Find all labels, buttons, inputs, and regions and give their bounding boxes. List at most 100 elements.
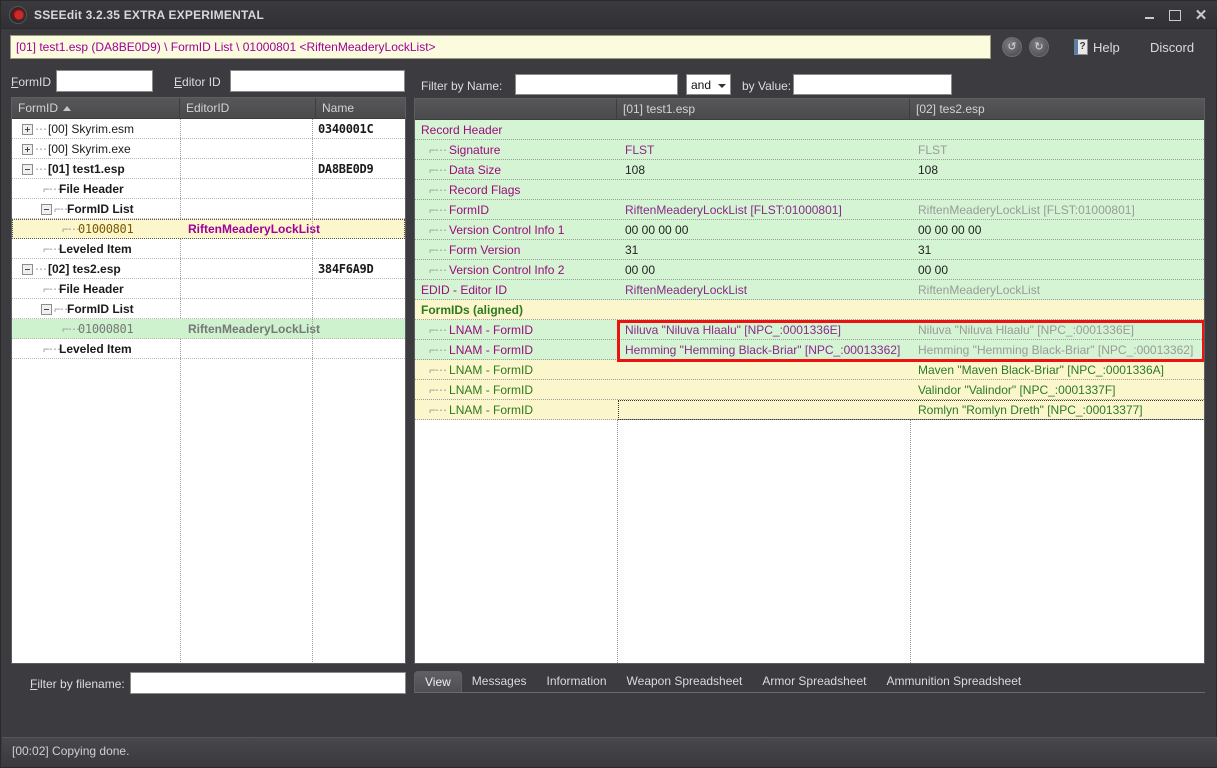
grid-cell-plugin-2[interactable]: 00 00: [910, 260, 1204, 280]
grid-cell-plugin-2[interactable]: [910, 180, 1204, 200]
editorid-filter-label: Editor ID: [174, 75, 221, 89]
grid-cell-plugin-1[interactable]: 00 00 00 00: [617, 220, 910, 240]
grid-cell-plugin-2[interactable]: Hemming "Hemming Black-Briar" [NPC_:0001…: [910, 340, 1204, 360]
tree-row[interactable]: ⌐⋯ 01000801 RiftenMeaderyLockList: [12, 219, 405, 239]
grid-row[interactable]: ⌐⋯ Form Version 31 31: [415, 240, 1204, 260]
grid-cell-plugin-2[interactable]: [910, 120, 1204, 140]
grid-row[interactable]: ⌐⋯ Version Control Info 1 00 00 00 00 00 00…: [415, 220, 1204, 240]
value-filter-input[interactable]: [793, 74, 952, 95]
grid-header-field[interactable]: [415, 99, 617, 120]
grid-cell-plugin-1[interactable]: RiftenMeaderyLockList [FLST:01000801]: [617, 200, 910, 220]
tree-row[interactable]: ⌐⋯ Leveled Item: [12, 239, 405, 259]
grid-row[interactable]: FormIDs (aligned): [415, 300, 1204, 320]
grid-tree-connector: ⌐⋯: [429, 343, 447, 357]
tree-row[interactable]: ⌐⋯ File Header: [12, 179, 405, 199]
grid-tree-connector: ⌐⋯: [429, 203, 447, 217]
grid-cell-plugin-2[interactable]: Maven "Maven Black-Briar" [NPC_:0001336A…: [910, 360, 1204, 380]
grid-field-label: LNAM - FormID: [449, 403, 534, 417]
formid-filter-input[interactable]: [56, 70, 153, 92]
grid-row[interactable]: ⌐⋯ Version Control Info 2 00 00 00 00: [415, 260, 1204, 280]
tree-row[interactable]: ⋯ [02] tes2.esp 384F6A9D: [12, 259, 405, 279]
grid-tree-connector: ⌐⋯: [429, 363, 447, 377]
tab-messages[interactable]: Messages: [462, 671, 537, 693]
tab-information[interactable]: Information: [537, 671, 617, 693]
grid-cell-plugin-2[interactable]: Romlyn "Romlyn Dreth" [NPC_:00013377]: [910, 400, 1204, 420]
grid-row[interactable]: ⌐⋯ Data Size 108 108: [415, 160, 1204, 180]
tree-row[interactable]: ⌐⋯ Leveled Item: [12, 339, 405, 359]
breadcrumb-path[interactable]: [01] test1.esp (DA8BE0D9) \ FormID List …: [10, 35, 991, 59]
grid-cell-plugin-1[interactable]: 108: [617, 160, 910, 180]
tree-row[interactable]: ⌐⋯ 01000801 RiftenMeaderyLockList: [12, 319, 405, 339]
grid-row[interactable]: ⌐⋯ FormID RiftenMeaderyLockList [FLST:0100…: [415, 200, 1204, 220]
grid-cell-plugin-1[interactable]: 00 00: [617, 260, 910, 280]
tree-row[interactable]: ⋯ [00] Skyrim.esm 0340001C: [12, 119, 405, 139]
tab-weapon-spreadsheet[interactable]: Weapon Spreadsheet: [617, 671, 753, 693]
grid-cell-plugin-1[interactable]: [617, 360, 910, 380]
grid-cell-plugin-2[interactable]: [910, 300, 1204, 320]
grid-cell-plugin-2[interactable]: RiftenMeaderyLockList: [910, 280, 1204, 300]
editorid-filter-input[interactable]: [230, 70, 405, 92]
tree-row[interactable]: ⌐⋯ FormID List: [12, 299, 405, 319]
grid-row[interactable]: Record Header: [415, 120, 1204, 140]
collapse-icon[interactable]: [22, 264, 33, 275]
tree-row-label: File Header: [59, 282, 124, 296]
tree-header-name[interactable]: Name: [316, 98, 405, 119]
tree-row[interactable]: ⋯ [01] test1.esp DA8BE0D9: [12, 159, 405, 179]
collapse-icon[interactable]: [22, 164, 33, 175]
tab-view[interactable]: View: [414, 671, 462, 693]
grid-cell-plugin-1[interactable]: [617, 180, 910, 200]
grid-cell-plugin-1[interactable]: [617, 120, 910, 140]
tree-connector: ⋯: [35, 122, 47, 136]
filename-filter-input[interactable]: [130, 672, 406, 694]
help-button[interactable]: ? Help: [1074, 36, 1120, 58]
grid-cell-plugin-1[interactable]: RiftenMeaderyLockList: [617, 280, 910, 300]
grid-row[interactable]: ⌐⋯ Signature FLST FLST: [415, 140, 1204, 160]
grid-cell-plugin-1[interactable]: Hemming "Hemming Black-Briar" [NPC_:0001…: [617, 340, 910, 360]
grid-row[interactable]: ⌐⋯ LNAM - FormID Hemming "Hemming Black-Br…: [415, 340, 1204, 360]
grid-header-plugin-2[interactable]: [02] tes2.esp: [910, 99, 1204, 120]
forward-arrow-icon[interactable]: ↻: [1029, 37, 1049, 57]
grid-cell-plugin-2[interactable]: 00 00 00 00: [910, 220, 1204, 240]
grid-cell-plugin-1[interactable]: [617, 400, 910, 420]
grid-cell-plugin-2[interactable]: 31: [910, 240, 1204, 260]
tree-header-editorid[interactable]: EditorID: [180, 98, 316, 119]
grid-field-label: LNAM - FormID: [449, 343, 534, 357]
grid-cell-plugin-2[interactable]: 108: [910, 160, 1204, 180]
tree-row[interactable]: ⌐⋯ FormID List: [12, 199, 405, 219]
maximize-button[interactable]: [1162, 4, 1188, 26]
grid-row[interactable]: ⌐⋯ LNAM - FormID Niluva "Niluva Hlaalu" [N…: [415, 320, 1204, 340]
close-icon[interactable]: ✕: [1188, 4, 1214, 26]
grid-cell-plugin-1[interactable]: FLST: [617, 140, 910, 160]
grid-row[interactable]: EDID - Editor ID RiftenMeaderyLockList Rif…: [415, 280, 1204, 300]
tree-row[interactable]: ⋯ [00] Skyrim.exe: [12, 139, 405, 159]
grid-cell-field: ⌐⋯ LNAM - FormID: [415, 400, 617, 420]
minimize-button[interactable]: [1136, 4, 1162, 26]
back-arrow-icon[interactable]: ↺: [1002, 37, 1022, 57]
tab-armor-spreadsheet[interactable]: Armor Spreadsheet: [752, 671, 876, 693]
grid-cell-plugin-2[interactable]: FLST: [910, 140, 1204, 160]
grid-row[interactable]: ⌐⋯ LNAM - FormID Romlyn "Romlyn Dreth" [NP…: [415, 400, 1204, 420]
tree-connector: ⌐⋯: [43, 342, 61, 356]
expand-icon[interactable]: [22, 124, 33, 135]
expand-icon[interactable]: [22, 144, 33, 155]
grid-cell-field: ⌐⋯ Signature: [415, 140, 617, 160]
tab-ammunition-spreadsheet[interactable]: Ammunition Spreadsheet: [876, 671, 1031, 693]
tree-header-formid[interactable]: FormID: [12, 98, 180, 119]
grid-row[interactable]: ⌐⋯ LNAM - FormID Maven "Maven Black-Briar"…: [415, 360, 1204, 380]
operator-dropdown[interactable]: and: [686, 74, 731, 95]
grid-cell-plugin-1[interactable]: [617, 300, 910, 320]
tree-row[interactable]: ⌐⋯ File Header: [12, 279, 405, 299]
grid-cell-plugin-2[interactable]: Niluva "Niluva Hlaalu" [NPC_:0001336E]: [910, 320, 1204, 340]
grid-row[interactable]: ⌐⋯ LNAM - FormID Valindor "Valindor" [NPC_…: [415, 380, 1204, 400]
grid-cell-plugin-1[interactable]: 31: [617, 240, 910, 260]
grid-cell-plugin-1[interactable]: [617, 380, 910, 400]
discord-button[interactable]: Discord: [1150, 36, 1194, 58]
collapse-icon[interactable]: [41, 204, 52, 215]
grid-row[interactable]: ⌐⋯ Record Flags: [415, 180, 1204, 200]
collapse-icon[interactable]: [41, 304, 52, 315]
grid-cell-plugin-2[interactable]: Valindor "Valindor" [NPC_:0001337F]: [910, 380, 1204, 400]
grid-cell-plugin-1[interactable]: Niluva "Niluva Hlaalu" [NPC_:0001336E]: [617, 320, 910, 340]
name-filter-input[interactable]: [515, 74, 678, 95]
grid-cell-plugin-2[interactable]: RiftenMeaderyLockList [FLST:01000801]: [910, 200, 1204, 220]
grid-header-plugin-1[interactable]: [01] test1.esp: [617, 99, 910, 120]
